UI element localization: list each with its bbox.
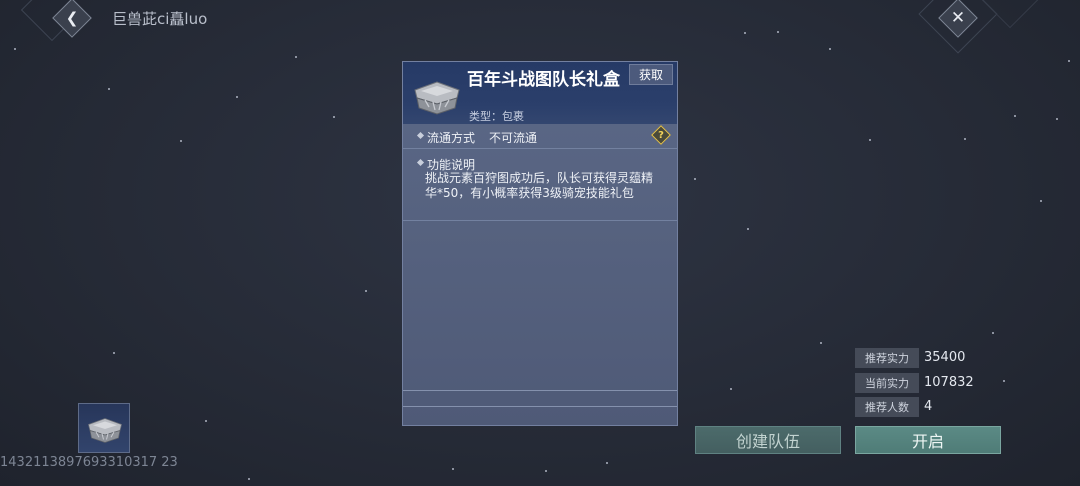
stat-value: 107832 <box>924 375 974 390</box>
star <box>1014 115 1016 117</box>
star <box>236 96 238 98</box>
stat-label: 推荐人数 <box>855 397 919 417</box>
item-type: 类型：包裹 <box>469 110 524 123</box>
player-id-text: 1432113897693310317 23 <box>0 455 178 470</box>
star <box>365 290 367 292</box>
divider <box>403 390 677 391</box>
circulation-label: 流通方式 <box>427 131 476 145</box>
reward-item-slot[interactable] <box>78 403 130 453</box>
star <box>14 48 16 50</box>
item-name: 百年斗战图队长礼盒 <box>467 70 620 90</box>
star <box>1040 200 1042 202</box>
star <box>295 56 297 58</box>
divider <box>403 406 677 407</box>
star <box>113 352 115 354</box>
help-symbol: ? <box>658 129 664 141</box>
close-icon: ✕ <box>950 8 966 28</box>
page-title: 巨兽茈ci矗luo <box>112 10 208 28</box>
star <box>205 420 207 422</box>
chevron-left-icon: ❮ <box>65 9 79 27</box>
star <box>606 462 608 464</box>
star <box>747 228 749 230</box>
function-description: 挑战元素百狩图成功后，队长可获得灵蕴精华*50，有小概率获得3级骑宠技能礼包 <box>425 171 654 200</box>
item-tooltip-panel: 百年斗战图队长礼盒 获取 类型：包裹 流通方式 不可流通 ? 功能说明 挑战元素… <box>402 61 678 426</box>
create-team-button[interactable]: 创建队伍 <box>695 426 841 454</box>
star <box>964 138 966 140</box>
star <box>820 342 822 344</box>
star <box>333 116 335 118</box>
obtain-button[interactable]: 获取 <box>629 64 673 85</box>
star <box>744 32 746 34</box>
star <box>1003 380 1005 382</box>
stat-label: 当前实力 <box>855 373 919 393</box>
star <box>545 470 547 472</box>
gift-box-icon <box>414 81 460 115</box>
star <box>992 332 994 334</box>
star <box>1068 60 1070 62</box>
star <box>777 31 779 33</box>
gift-box-icon <box>88 418 122 443</box>
star <box>829 48 831 50</box>
star <box>730 388 732 390</box>
stat-value: 4 <box>924 399 933 414</box>
star <box>180 140 182 142</box>
stat-value: 35400 <box>924 350 966 365</box>
stat-label: 推荐实力 <box>855 348 919 368</box>
star <box>694 178 696 180</box>
circulation-value: 不可流通 <box>489 131 538 145</box>
start-button[interactable]: 开启 <box>855 426 1001 454</box>
star <box>248 478 250 480</box>
star <box>1056 118 1058 120</box>
star <box>452 468 454 470</box>
star <box>869 139 871 141</box>
star <box>108 88 110 90</box>
